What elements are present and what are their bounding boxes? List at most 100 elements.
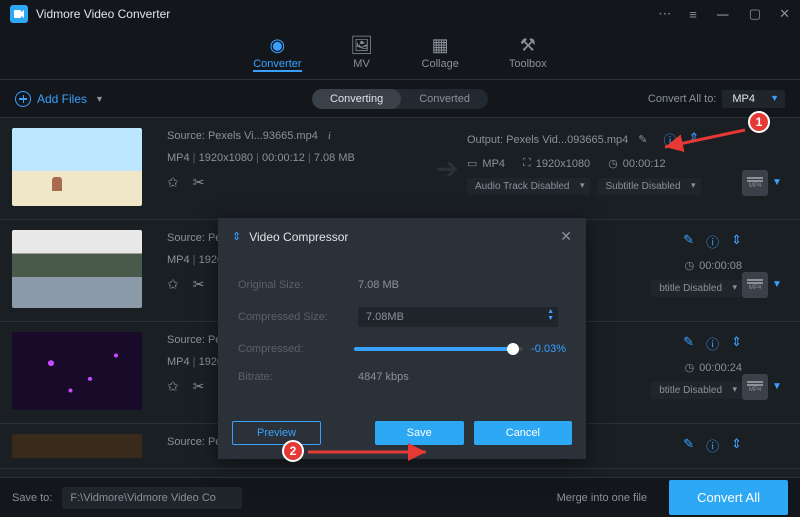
output-resolution: 1920x1080 [536,158,590,170]
video-thumbnail[interactable] [12,230,142,308]
info-output-icon[interactable]: ⓘ [706,334,719,353]
tab-converter[interactable]: ◉ Converter [253,35,301,72]
clock-icon: ◷ [685,361,695,374]
source-filename: Source: Pe [167,436,221,448]
expand-icon: ⛶ [523,157,531,170]
source-format: MP4 [167,254,190,266]
save-to-label: Save to: [12,492,52,504]
chevron-down-icon[interactable]: ▼ [772,279,782,290]
clock-icon: ◷ [608,157,618,170]
edit-name-icon[interactable]: ✎ [638,133,647,146]
trim-icon[interactable]: ✂ [193,174,205,191]
video-thumbnail[interactable] [12,128,142,206]
chevron-down-icon[interactable]: ▼ [772,177,782,188]
output-profile-button[interactable]: MP4 [742,170,768,196]
compressed-pct-value: -0.03% [531,343,566,355]
output-format-dropdown[interactable]: MP4 ▼ [722,90,785,108]
cancel-button[interactable]: Cancel [474,421,572,445]
tab-collage[interactable]: ▦ Collage [422,35,459,72]
output-duration: 00:00:08 [699,260,742,272]
toolbox-icon: ⚒ [518,35,538,55]
info-output-icon[interactable]: ⓘ [706,232,719,251]
effects-icon[interactable]: ✩ [167,276,179,293]
converting-tab[interactable]: Converting [312,89,401,109]
close-window-icon[interactable]: ✕ [779,6,790,22]
source-filename: Source: Pexels Vi...93665.mp4 [167,130,318,142]
tab-collage-label: Collage [422,58,459,70]
minimize-icon[interactable]: － [715,2,731,26]
app-logo [10,5,28,23]
source-filename: Source: Pe [167,334,221,346]
chevron-down-icon: ▼ [770,93,779,103]
convert-arrow-icon: ➔ [435,152,458,185]
dialog-title: Video Compressor [249,230,552,244]
video-thumbnail[interactable] [12,434,142,458]
bottom-bar: Save to: F:\Vidmore\Vidmore Video Co Mer… [0,477,800,517]
save-path-field[interactable]: F:\Vidmore\Vidmore Video Co [62,487,242,509]
subtitle-dropdown[interactable]: btitle Disabled [651,382,742,399]
audio-track-dropdown[interactable]: Audio Track Disabled [467,178,590,195]
output-profile-button[interactable]: MP4 [742,374,768,400]
compress-icon[interactable]: ⇕ [731,232,742,251]
merge-label[interactable]: Merge into one file [557,492,648,504]
slider-handle[interactable] [507,343,519,355]
tab-converter-label: Converter [253,58,301,70]
mv-icon: 🖼 [352,35,372,55]
original-size-label: Original Size: [238,279,358,291]
edit-name-icon[interactable]: ✎ [683,334,694,353]
compress-slider[interactable] [354,347,523,351]
compress-icon[interactable]: ⇕ [731,334,742,353]
main-tabs: ◉ Converter 🖼 MV ▦ Collage ⚒ Toolbox [0,28,800,80]
edit-name-icon[interactable]: ✎ [683,232,694,251]
effects-icon[interactable]: ✩ [167,378,179,395]
add-files-label: Add Files [37,92,87,106]
trim-icon[interactable]: ✂ [193,276,205,293]
chevron-down-icon[interactable]: ▼ [772,381,782,392]
compressed-size-input[interactable]: 7.08MB ▲▼ [358,307,558,327]
callout-2: 2 [282,440,304,462]
app-title: Vidmore Video Converter [36,7,658,21]
subtitle-dropdown[interactable]: Subtitle Disabled [598,178,701,195]
bitrate-value: 4847 kbps [358,371,409,383]
action-bar: Add Files ▼ Converting Converted Convert… [0,80,800,118]
tab-toolbox[interactable]: ⚒ Toolbox [509,35,547,72]
title-bar: Vidmore Video Converter ⋯ ≡ － ▢ ✕ [0,0,800,28]
output-filename: Output: Pexels Vid...093665.mp4 [467,134,628,146]
info-output-icon[interactable]: ⓘ [706,436,719,455]
feedback-icon[interactable]: ⋯ [658,6,671,22]
source-format: MP4 [167,356,190,368]
callout-badge: 1 [748,111,770,133]
close-dialog-icon[interactable]: ✕ [560,228,572,245]
plus-circle-icon [15,91,31,107]
output-duration: 00:00:24 [699,362,742,374]
output-format-value: MP4 [732,93,755,105]
convert-all-button[interactable]: Convert All [669,480,788,515]
status-segment: Converting Converted [312,89,488,109]
film-icon: ▭ [467,157,477,170]
output-duration: 00:00:12 [623,158,666,170]
clock-icon: ◷ [685,259,695,272]
add-files-button[interactable]: Add Files ▼ [15,91,104,107]
edit-name-icon[interactable]: ✎ [683,436,694,455]
output-format: MP4 [482,158,505,170]
converted-tab[interactable]: Converted [401,89,488,109]
subtitle-dropdown[interactable]: btitle Disabled [651,280,742,297]
compress-icon[interactable]: ⇕ [731,436,742,455]
source-format: MP4 [167,152,190,164]
trim-icon[interactable]: ✂ [193,378,205,395]
maximize-icon[interactable]: ▢ [749,6,761,22]
tab-mv[interactable]: 🖼 MV [352,35,372,72]
callout-badge: 2 [282,440,304,462]
output-profile-button[interactable]: MP4 [742,272,768,298]
effects-icon[interactable]: ✩ [167,174,179,191]
compress-icon: ⇕ [232,230,241,243]
info-icon[interactable]: i [328,130,331,142]
menu-icon[interactable]: ≡ [689,7,697,22]
spin-up-icon[interactable]: ▲ [547,308,554,315]
compressed-size-label: Compressed Size: [238,311,358,323]
spin-down-icon[interactable]: ▼ [547,315,554,322]
source-resolution: 1920x1080 [190,152,253,164]
source-duration: 00:00:12 [253,152,305,164]
tab-mv-label: MV [353,58,370,70]
video-thumbnail[interactable] [12,332,142,410]
